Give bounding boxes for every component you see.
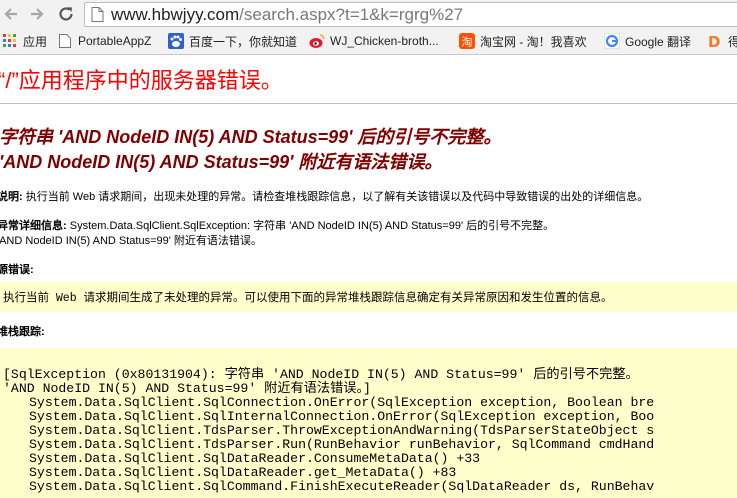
baidu-paw-icon bbox=[168, 33, 184, 49]
stack-line: System.Data.SqlClient.TdsParser.ThrowExc… bbox=[29, 423, 655, 438]
source-error-text: 执行当前 Web 请求期间生成了未处理的异常。可以使用下面的异常堆栈跟踪信息确定… bbox=[3, 292, 613, 305]
bookmark-google-translate[interactable]: Google 翻译 bbox=[604, 31, 691, 51]
url-host: www.hbwjyy.com bbox=[111, 5, 240, 24]
forward-button[interactable] bbox=[26, 3, 48, 25]
description-text: 执行当前 Web 请求期间，出现未处理的异常。请检查堆栈跟踪信息，以了解有关该错… bbox=[22, 191, 649, 203]
stack-line: [SqlException (0x80131904): 字符串 'AND Nod… bbox=[3, 367, 639, 382]
description-section: 说明: 执行当前 Web 请求期间，出现未处理的异常。请检查堆栈跟踪信息，以了解… bbox=[0, 188, 648, 204]
page-content: “/”应用程序中的服务器错误。 字符串 'AND NodeID IN(5) AN… bbox=[0, 55, 737, 498]
bookmark-label: Google 翻译 bbox=[625, 34, 692, 49]
exception-text-line2: 'AND NodeID IN(5) AND Status=99' 附近有语法错误… bbox=[0, 235, 262, 247]
stack-line: System.Data.SqlClient.SqlConnection.OnEr… bbox=[29, 395, 655, 410]
stack-line: System.Data.SqlClient.SqlDataReader.get_… bbox=[29, 465, 457, 480]
stack-trace-label: 堆栈跟踪: bbox=[0, 326, 45, 338]
stack-line: System.Data.SqlClient.TdsParser.Run(RunB… bbox=[29, 437, 655, 452]
forward-arrow-icon bbox=[31, 8, 44, 20]
error-message-line1: 字符串 'AND NodeID IN(5) AND Status=99' 后的引… bbox=[0, 127, 502, 147]
error-message-line2: 'AND NodeID IN(5) AND Status=99' 附近有语法错误… bbox=[0, 152, 443, 172]
stack-line: 'AND NodeID IN(5) AND Status=99' 附近有语法错误… bbox=[3, 381, 371, 396]
stack-trace-heading: 堆栈跟踪: bbox=[0, 323, 45, 339]
svg-text:D: D bbox=[708, 33, 720, 49]
browser-toolbar: www.hbwjyy.com/search.aspx?t=1&k=rgrg%27 bbox=[0, 0, 737, 28]
bookmarks-bar: 应用 PortableAppZ 百度一下，你就知道 WJ_Chicken-bro… bbox=[0, 28, 737, 55]
bookmark-label: WJ_Chicken-broth... bbox=[330, 34, 439, 48]
back-button[interactable] bbox=[0, 3, 22, 25]
reload-button[interactable] bbox=[55, 3, 77, 25]
page-icon bbox=[91, 7, 104, 22]
source-error-box: 执行当前 Web 请求期间生成了未处理的异常。可以使用下面的异常堆栈跟踪信息确定… bbox=[0, 282, 737, 312]
google-translate-icon bbox=[604, 33, 620, 49]
back-arrow-icon bbox=[4, 8, 17, 20]
url-path: /search.aspx?t=1&k=rgrg%27 bbox=[239, 5, 464, 24]
stack-line: System.Data.SqlClient.SqlCommand.FinishE… bbox=[29, 479, 655, 494]
apps-grid-icon bbox=[2, 33, 18, 49]
page-icon bbox=[57, 33, 73, 49]
bookmark-weibo[interactable]: WJ_Chicken-broth... bbox=[309, 31, 439, 51]
bookmark-baidu[interactable]: 百度一下，你就知道 bbox=[168, 31, 297, 51]
url-text: www.hbwjyy.com/search.aspx?t=1&k=rgrg%27 bbox=[111, 3, 463, 26]
d-logo-icon: D bbox=[707, 33, 723, 49]
bookmark-label: 得 bbox=[728, 34, 737, 49]
source-error-heading: 源错误: bbox=[0, 261, 34, 277]
bookmark-label: 百度一下，你就知道 bbox=[189, 34, 298, 49]
page-title: “/”应用程序中的服务器错误。 bbox=[0, 68, 283, 93]
weibo-icon bbox=[309, 33, 325, 49]
bookmark-apps[interactable]: 应用 bbox=[2, 31, 47, 51]
bookmark-label: PortableAppZ bbox=[78, 34, 152, 48]
reload-icon bbox=[59, 7, 73, 21]
divider bbox=[0, 103, 737, 104]
address-bar[interactable]: www.hbwjyy.com/search.aspx?t=1&k=rgrg%27 bbox=[84, 2, 737, 27]
stack-line: System.Data.SqlClient.SqlInternalConnect… bbox=[29, 409, 655, 424]
exception-text: System.Data.SqlClient.SqlException: 字符串 … bbox=[66, 220, 555, 232]
stack-line: System.Data.SqlClient.SqlDataReader.Cons… bbox=[29, 451, 481, 466]
bookmark-taobao[interactable]: 淘 淘宝网 - 淘！我喜欢 bbox=[459, 31, 587, 51]
bookmark-label: 应用 bbox=[23, 34, 48, 49]
exception-label: 异常详细信息: bbox=[0, 220, 67, 232]
exception-details-section: 异常详细信息: System.Data.SqlClient.SqlExcepti… bbox=[0, 217, 554, 233]
bookmark-label: 淘宝网 - 淘！我喜欢 bbox=[480, 34, 587, 49]
bookmark-portableappz[interactable]: PortableAppZ bbox=[57, 31, 151, 51]
svg-text:淘: 淘 bbox=[462, 36, 473, 49]
description-label: 说明: bbox=[0, 191, 23, 203]
bookmark-d-site[interactable]: D 得 bbox=[707, 31, 737, 51]
taobao-icon: 淘 bbox=[459, 33, 475, 49]
stack-trace-box: [SqlException (0x80131904): 字符串 'AND Nod… bbox=[0, 348, 737, 498]
source-error-label: 源错误: bbox=[0, 264, 34, 276]
